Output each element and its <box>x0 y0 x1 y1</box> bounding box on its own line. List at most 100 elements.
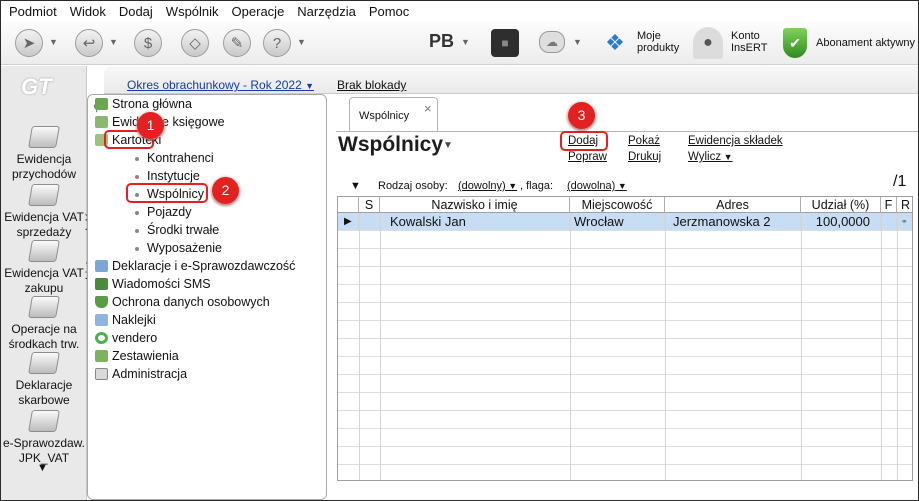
moje-produkty-button[interactable]: ❖ <box>601 29 629 57</box>
column-header-r[interactable]: R <box>897 197 912 213</box>
edit-button[interactable]: Popraw <box>568 151 607 163</box>
module-ewidencja-przychodow[interactable]: Ewidencja przychodów <box>1 126 87 182</box>
ledger-icon <box>95 116 108 128</box>
tree-item-zestawienia[interactable]: Zestawienia <box>95 347 179 365</box>
tree-item-wyposazenie[interactable]: Wyposażenie <box>135 239 222 257</box>
period-selector[interactable]: Okres obrachunkowy - Rok 2022 ▼ <box>127 78 314 92</box>
menu-podmiot[interactable]: Podmiot <box>9 4 57 19</box>
bullet <box>135 229 139 233</box>
column-divider <box>897 213 898 480</box>
tree-item-pojazdy[interactable]: Pojazdy <box>135 203 191 221</box>
tree-item-administracja[interactable]: Administracja <box>95 365 187 383</box>
menu-wspolnik[interactable]: Wspólnik <box>166 4 219 19</box>
column-header-share[interactable]: Udział (%) <box>801 197 881 213</box>
module-vat-zakupu[interactable]: Ewidencja VAT zakupu <box>1 240 87 296</box>
cell-f <box>881 213 897 231</box>
cell-share: 100,0000 <box>801 213 881 231</box>
tab-divider <box>336 131 918 132</box>
table-row <box>338 267 912 285</box>
box-button[interactable]: ■ <box>491 29 519 57</box>
close-icon[interactable]: × <box>424 101 432 116</box>
menu-operacje[interactable]: Operacje <box>232 4 285 19</box>
table-row <box>338 339 912 357</box>
column-header-name[interactable]: Nazwisko i imię <box>380 197 570 213</box>
menu-widok[interactable]: Widok <box>70 4 106 19</box>
show-button[interactable]: Pokaż <box>628 135 660 147</box>
cloud-button[interactable]: ☁ <box>539 31 565 53</box>
table-row <box>338 357 912 375</box>
column-divider <box>570 213 571 480</box>
jpk-icon <box>28 410 60 432</box>
filter-label-flaga: , flaga: <box>520 180 554 192</box>
pb-label: PB <box>429 31 455 51</box>
chevron-down-icon[interactable]: ▼ <box>109 37 118 47</box>
send-button[interactable]: ➤ <box>15 29 43 57</box>
column-header-address[interactable]: Adres <box>665 197 801 213</box>
gt-logo: GT <box>21 74 52 99</box>
tab-wspolnicy[interactable]: Wspólnicy × <box>349 97 438 132</box>
cell-s <box>359 213 380 231</box>
help-button[interactable]: ? <box>263 29 291 57</box>
receive-icon: ↩ <box>75 29 103 57</box>
tree-item-ochrona-danych[interactable]: Ochrona danych osobowych <box>95 293 270 311</box>
module-srodki-trwale[interactable]: Operacje na środkach trw. <box>1 296 87 352</box>
filter-label-rodzaj: Rodzaj osoby: <box>378 180 448 192</box>
calculate-button[interactable]: Wylicz ▼ <box>688 151 733 163</box>
declaration-icon <box>28 352 60 374</box>
print-button[interactable]: Drukuj <box>628 151 661 163</box>
moje-produkty-label[interactable]: Moje produkty <box>637 30 679 54</box>
collapse-filter-icon[interactable]: ▼ <box>350 180 361 192</box>
column-header-s[interactable]: S <box>359 197 380 213</box>
highlight-dodaj <box>560 131 608 151</box>
tools-button[interactable]: ✎ <box>223 29 251 57</box>
page-title[interactable]: Wspólnicy▼ <box>338 133 453 157</box>
row-pointer-icon: ▶ <box>338 213 359 231</box>
chevron-down-icon[interactable]: ▼ <box>297 37 306 47</box>
tree-item-vendero[interactable]: vendero <box>95 329 157 347</box>
tree-item-kontrahenci[interactable]: Kontrahenci <box>135 149 214 167</box>
filter-flaga[interactable]: (dowolna) ▼ <box>567 180 627 192</box>
module-sidebar: GT Ewidencja przychodów Ewidencja VAT sp… <box>1 66 87 500</box>
filter-rodzaj-osoby[interactable]: (dowolny) ▼ <box>458 180 517 192</box>
column-header-f[interactable]: F <box>881 197 897 213</box>
chevron-down-icon[interactable]: ▼ <box>49 37 58 47</box>
module-vat-sprzedazy[interactable]: Ewidencja VAT sprzedaży <box>1 184 87 240</box>
lock-status-link[interactable]: Brak blokady <box>337 78 406 92</box>
chevron-down-icon[interactable]: ▼ <box>573 37 582 47</box>
table-row <box>338 303 912 321</box>
tree-item-deklaracje[interactable]: Deklaracje i e-Sprawozdawczość <box>95 257 295 275</box>
tools-icon: ✎ <box>223 29 251 57</box>
tree-item-ewidencje-ksiegowe[interactable]: Ewidencje księgowe <box>95 113 225 131</box>
abonament-label[interactable]: Abonament aktywny <box>816 37 915 49</box>
konto-insert-button[interactable]: ● <box>693 27 723 59</box>
coins-button[interactable]: $ <box>134 29 162 57</box>
module-deklaracje[interactable]: Deklaracje skarbowe <box>1 352 87 408</box>
table-row[interactable]: ▶ Kowalski Jan Wrocław Jerzmanowska 2 10… <box>338 213 912 231</box>
eraser-button[interactable]: ◇ <box>181 29 209 57</box>
relation-icon: ⚭ <box>901 217 908 226</box>
bullet <box>135 247 139 251</box>
konto-insert-label[interactable]: Konto InsERT <box>731 30 767 54</box>
coins-icon: $ <box>134 29 162 57</box>
tree-item-naklejki[interactable]: Naklejki <box>95 311 156 329</box>
column-header-indicator <box>338 197 359 213</box>
pb-button[interactable]: PB <box>429 31 454 52</box>
receive-button[interactable]: ↩ <box>75 29 103 57</box>
cell-address: Jerzmanowska 2 <box>665 213 801 231</box>
contributions-button[interactable]: Ewidencja składek <box>688 135 783 147</box>
chevron-down-icon[interactable]: ▼ <box>461 37 470 47</box>
tree-item-strona-glowna[interactable]: Strona główna <box>95 95 192 113</box>
menu-narzedzia[interactable]: Narzędzia <box>297 4 356 19</box>
tree-item-srodki-trwale[interactable]: Środki trwałe <box>135 221 219 239</box>
menu-bar: Podmiot Widok Dodaj Wspólnik Operacje Na… <box>1 1 918 21</box>
ledger-icon <box>28 184 60 206</box>
table-row <box>338 375 912 393</box>
tree-item-sms[interactable]: Wiadomości SMS <box>95 275 211 293</box>
scroll-down-icon[interactable]: ▼ <box>37 462 48 474</box>
module-jpk-vat[interactable]: e-Sprawozdaw. JPK_VAT <box>1 410 87 466</box>
menu-dodaj[interactable]: Dodaj <box>119 4 153 19</box>
menu-pomoc[interactable]: Pomoc <box>369 4 409 19</box>
column-header-city[interactable]: Miejscowość <box>570 197 665 213</box>
abonament-button[interactable]: ✔ <box>783 28 807 58</box>
column-divider <box>801 213 802 480</box>
